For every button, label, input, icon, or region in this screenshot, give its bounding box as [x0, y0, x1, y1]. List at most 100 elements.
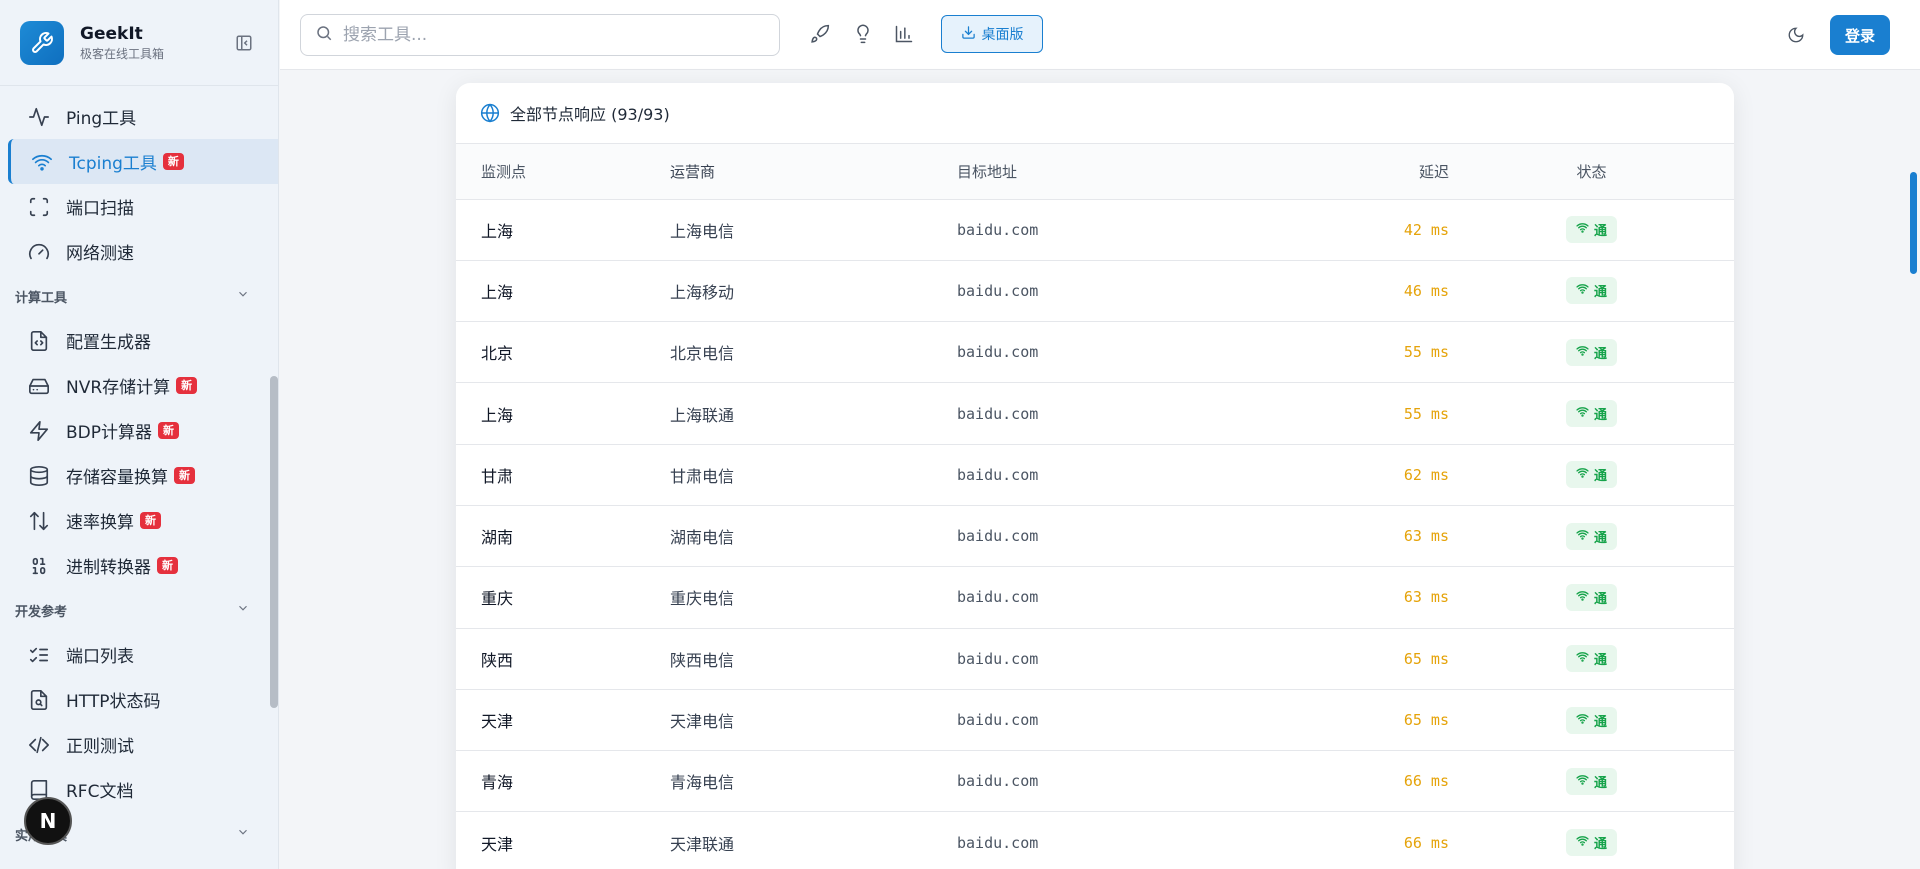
status-badge: 通: [1565, 767, 1617, 795]
sidebar-item-label: 网络测速: [66, 244, 134, 264]
cell-latency: 63 ms: [1351, 505, 1449, 568]
wifi-icon: [1576, 650, 1589, 667]
sidebar-section-dev[interactable]: 开发参考: [0, 588, 278, 632]
sidebar-item-ping[interactable]: Ping工具: [0, 94, 278, 139]
cell-status: 通: [1449, 811, 1734, 869]
new-badge: 新: [157, 557, 178, 574]
sidebar-item-port-scan[interactable]: 端口扫描: [0, 184, 278, 229]
cell-status: 通: [1449, 750, 1734, 813]
cell-location: 甘肃: [456, 444, 670, 506]
rocket-icon[interactable]: [807, 21, 833, 47]
sidebar-item-http-status[interactable]: HTTP状态码: [0, 677, 278, 722]
status-badge: 通: [1565, 829, 1617, 857]
lightbulb-icon[interactable]: [850, 21, 876, 47]
wifi-icon: [1576, 589, 1589, 606]
wifi-icon: [1576, 712, 1589, 729]
brand: GeekIt 极客在线工具箱: [0, 0, 278, 86]
topbar: 桌面版 登录: [280, 0, 1920, 70]
wifi-icon: [1576, 834, 1589, 851]
sidebar-item-label: Ping工具: [66, 109, 137, 129]
wifi-icon: [1576, 405, 1589, 422]
sidebar-item-regex-test[interactable]: 正则测试: [0, 722, 278, 767]
cell-status: 通: [1449, 628, 1734, 690]
activity-icon: [28, 106, 50, 128]
cell-isp: 上海联通: [670, 382, 957, 445]
sidebar-item-tcping[interactable]: Tcping工具新: [8, 139, 278, 184]
cell-isp: 陕西电信: [670, 628, 957, 690]
status-badge: 通: [1565, 461, 1617, 489]
cell-latency: 66 ms: [1351, 811, 1449, 869]
cell-location: 北京: [456, 321, 670, 384]
table-row: 上海 上海移动 baidu.com 46 ms 通: [456, 260, 1734, 323]
login-button[interactable]: 登录: [1830, 15, 1890, 55]
column-header-isp[interactable]: 运营商: [670, 144, 957, 200]
sidebar-item-bdp-calc[interactable]: BDP计算器新: [0, 408, 278, 453]
sidebar-item-label: 正则测试: [66, 737, 134, 757]
globe-icon: [480, 103, 500, 123]
cell-location: 重庆: [456, 566, 670, 629]
status-badge: 通: [1565, 400, 1617, 428]
avatar[interactable]: N: [24, 797, 72, 845]
database-icon: [28, 465, 50, 487]
new-badge: 新: [140, 512, 161, 529]
search-box[interactable]: [300, 14, 780, 56]
wrench-logo-icon[interactable]: [20, 20, 64, 65]
status-badge: 通: [1565, 645, 1617, 673]
sidebar-item-rate-convert[interactable]: 速率换算新: [0, 498, 278, 543]
cell-target: baidu.com: [957, 689, 1351, 752]
table-row: 天津 天津电信 baidu.com 65 ms 通: [456, 689, 1734, 752]
sidebar-item-label: 端口扫描: [66, 199, 134, 219]
cell-latency: 46 ms: [1351, 260, 1449, 323]
status-badge: 通: [1565, 583, 1617, 611]
column-header-latency[interactable]: 延迟: [1351, 144, 1449, 200]
table-row: 青海 青海电信 baidu.com 66 ms 通: [456, 750, 1734, 813]
wifi-icon: [1576, 773, 1589, 790]
new-badge: 新: [158, 422, 180, 439]
cell-isp: 天津联通: [670, 811, 957, 869]
sidebar-item-nvr-storage[interactable]: NVR存储计算新: [0, 363, 278, 408]
sidebar-item-config-generator[interactable]: 配置生成器: [0, 318, 278, 363]
desktop-download-button[interactable]: 桌面版: [941, 15, 1043, 53]
sidebar-section-calc[interactable]: 计算工具: [0, 274, 278, 318]
column-header-target[interactable]: 目标地址: [957, 144, 1351, 200]
cell-target: baidu.com: [957, 444, 1351, 506]
results-table: 监测点 运营商 目标地址 延迟 状态 上海 上海电信 baidu.com 42 ms 通…: [456, 144, 1734, 869]
sidebar-collapse-icon[interactable]: [230, 29, 258, 57]
gauge-icon: [28, 241, 50, 263]
main-scrollbar[interactable]: [1910, 172, 1917, 274]
sidebar-item-storage-convert[interactable]: 存储容量换算新: [0, 453, 278, 498]
cell-status: 通: [1449, 566, 1734, 629]
sidebar-item-label: HTTP状态码: [66, 692, 161, 712]
column-header-location[interactable]: 监测点: [456, 144, 670, 200]
table-row: 重庆 重庆电信 baidu.com 63 ms 通: [456, 566, 1734, 629]
wifi-icon: [1576, 528, 1589, 545]
cell-location: 青海: [456, 750, 670, 813]
status-label: 通: [1593, 285, 1607, 301]
search-icon: [315, 24, 333, 46]
chevron-down-icon: [236, 601, 250, 619]
cell-latency: 66 ms: [1351, 750, 1449, 813]
new-badge: 新: [176, 377, 198, 394]
bar-chart-icon[interactable]: [891, 21, 917, 47]
status-badge: 通: [1565, 706, 1617, 734]
status-label: 通: [1593, 346, 1607, 362]
sidebar-item-port-list[interactable]: 端口列表: [0, 632, 278, 677]
moon-icon[interactable]: [1782, 21, 1810, 49]
cell-target: baidu.com: [957, 566, 1351, 629]
sidebar-item-label: 进制转换器: [66, 558, 151, 578]
column-header-status[interactable]: 状态: [1449, 144, 1734, 200]
wifi-icon: [1576, 282, 1589, 299]
sidebar-item-label: 配置生成器: [66, 333, 151, 353]
status-badge: 通: [1565, 277, 1617, 305]
sidebar-item-label: BDP计算器: [66, 423, 153, 443]
card-header: 全部节点响应 (93/93): [456, 83, 1734, 144]
cell-status: 通: [1449, 505, 1734, 568]
sidebar-scrollbar[interactable]: [270, 376, 278, 708]
cell-isp: 甘肃电信: [670, 444, 957, 506]
sidebar-item-speed-test[interactable]: 网络测速: [0, 229, 278, 274]
cell-isp: 上海电信: [670, 199, 957, 261]
sidebar-item-base-convert[interactable]: 进制转换器新: [0, 543, 278, 588]
chevron-down-icon: [236, 825, 250, 843]
search-input[interactable]: [343, 25, 763, 45]
sidebar-item-label: NVR存储计算: [66, 378, 171, 398]
